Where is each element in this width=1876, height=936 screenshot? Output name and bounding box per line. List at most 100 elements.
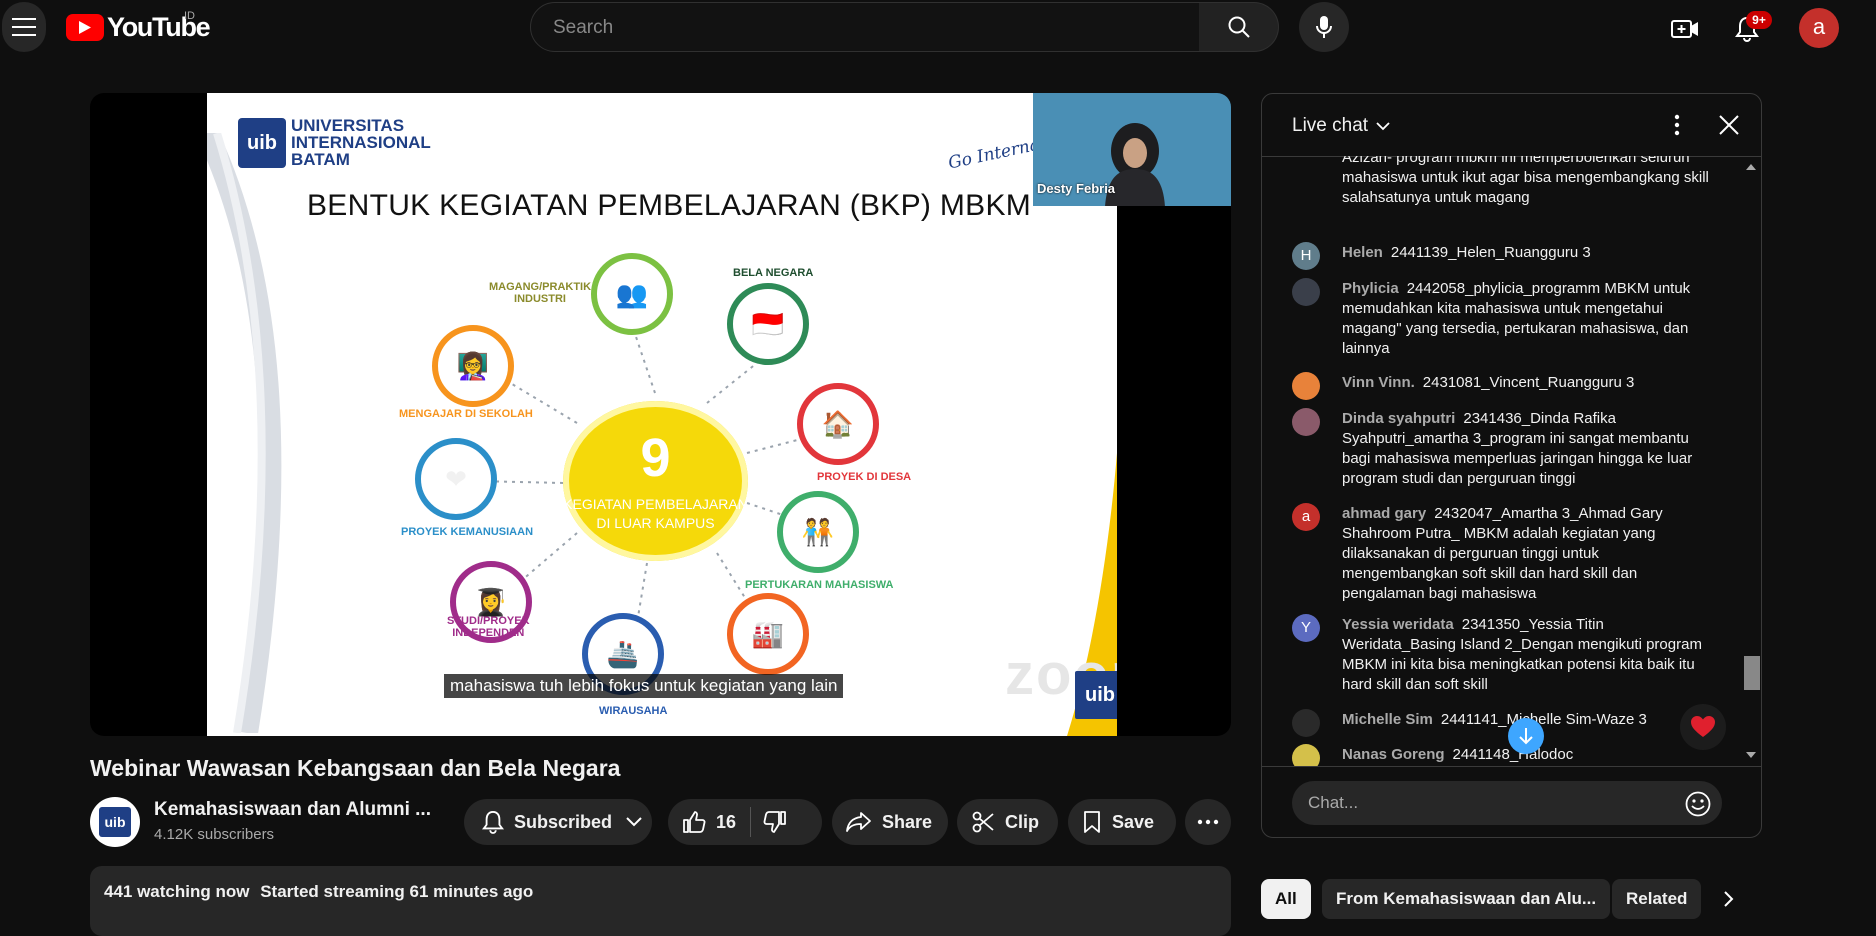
- menu-button[interactable]: [2, 2, 46, 52]
- message-text: Azizah- program mbkm ini memperbolehkan …: [1342, 156, 1709, 206]
- chat-mode-dropdown[interactable]: Live chat: [1292, 115, 1390, 137]
- channel-avatar[interactable]: uib: [90, 797, 140, 847]
- author-avatar[interactable]: H: [1292, 242, 1320, 270]
- subscribed-label: Subscribed: [514, 811, 613, 832]
- author-name[interactable]: Vinn Vinn.: [1342, 374, 1415, 391]
- author-name[interactable]: Helen: [1342, 244, 1383, 261]
- chevron-right-icon: [1724, 891, 1734, 907]
- emoji-button[interactable]: [1685, 791, 1711, 817]
- author-avatar[interactable]: a: [1292, 503, 1320, 531]
- center-hub: 9 KEGIATAN PEMBELAJARAN DI LUAR KAMPUS: [563, 401, 748, 561]
- share-icon: [846, 811, 872, 833]
- node-proyek-desa-label: PROYEK DI DESA: [817, 471, 912, 483]
- author-name[interactable]: Michelle Sim: [1342, 711, 1433, 728]
- play-logo-icon: [66, 14, 104, 41]
- share-label: Share: [882, 811, 933, 832]
- node-bela-negara-icon: 🇮🇩: [727, 283, 809, 365]
- author-avatar[interactable]: [1292, 278, 1320, 306]
- chip-from-channel[interactable]: From Kemahasiswaan dan Alu...: [1322, 879, 1611, 919]
- chat-scrollbar-thumb[interactable]: [1744, 656, 1760, 690]
- chevron-down-icon: [1376, 121, 1390, 131]
- channel-logo: uib: [99, 807, 131, 837]
- like-divider: [750, 807, 752, 837]
- subscribed-button[interactable]: Subscribed: [464, 799, 652, 845]
- like-button[interactable]: 16: [682, 810, 736, 834]
- subscriber-count: 4.12K subscribers: [154, 826, 275, 843]
- account-avatar[interactable]: a: [1799, 8, 1839, 48]
- save-button[interactable]: Save: [1068, 799, 1176, 845]
- author-avatar[interactable]: [1292, 372, 1320, 400]
- scroll-up-icon[interactable]: [1746, 164, 1756, 170]
- channel-name[interactable]: Kemahasiswaan dan Alumni ...: [154, 799, 431, 821]
- video-add-icon: [1671, 18, 1699, 40]
- arrow-down-icon: [1518, 727, 1534, 745]
- voice-search-button[interactable]: [1299, 2, 1349, 52]
- node-mengajar-label: MENGAJAR DI SEKOLAH: [399, 408, 533, 420]
- chat-input[interactable]: [1292, 781, 1722, 825]
- search-box: [530, 2, 1200, 53]
- watching-count: 441 watching now: [104, 882, 250, 901]
- node-orange-icon: 🏭: [727, 593, 809, 675]
- more-vertical-icon: [1674, 114, 1680, 136]
- author-name[interactable]: Yessia weridata: [1342, 616, 1454, 633]
- chip-all[interactable]: All: [1261, 879, 1311, 919]
- chips-next-button[interactable]: [1714, 884, 1744, 914]
- node-pertukaran-label: PERTUKARAN MAHASISWA: [745, 579, 894, 591]
- thumbs-down-icon: [763, 811, 786, 833]
- node-wirausaha-label: WIRAUSAHA: [599, 705, 668, 717]
- stream-started: Started streaming 61 minutes ago: [260, 882, 534, 901]
- hamburger-icon: [12, 18, 36, 36]
- more-actions-button[interactable]: [1185, 799, 1231, 845]
- like-dislike-group: 16: [668, 799, 822, 845]
- message-text: 2441141_Michelle Sim-Waze 3: [1440, 711, 1647, 728]
- bell-icon: [482, 810, 504, 834]
- clip-button[interactable]: Clip: [957, 799, 1058, 845]
- reaction-button[interactable]: [1680, 704, 1726, 750]
- description-box[interactable]: 441 watching now Started streaming 61 mi…: [90, 866, 1231, 936]
- stream-stats: 441 watching now Started streaming 61 mi…: [104, 882, 533, 902]
- message-text: 2431081_Vincent_Ruangguru 3: [1422, 374, 1635, 391]
- node-magang-icon: 👥: [591, 253, 673, 335]
- participant-camera: Desty Febria: [1033, 93, 1231, 206]
- save-label: Save: [1112, 811, 1155, 832]
- author-avatar[interactable]: [1292, 408, 1320, 436]
- clip-label: Clip: [1005, 811, 1039, 832]
- more-horizontal-icon: [1197, 819, 1219, 825]
- node-kemanusiaan-icon: ❤: [415, 438, 497, 520]
- message-text: 2441139_Helen_Ruangguru 3: [1390, 244, 1591, 261]
- participant-name: Desty Febria: [1037, 181, 1116, 196]
- node-kemanusiaan-label: PROYEK KEMANUSIAAN: [401, 526, 534, 538]
- search-input[interactable]: [551, 3, 1175, 53]
- chip-related[interactable]: Related: [1612, 879, 1702, 919]
- chat-menu-button[interactable]: [1674, 114, 1680, 136]
- dislike-button[interactable]: [763, 810, 787, 834]
- author-avatar[interactable]: [1292, 709, 1320, 737]
- author-avatar[interactable]: Y: [1292, 614, 1320, 642]
- share-button[interactable]: Share: [832, 799, 948, 845]
- node-proyek-desa-icon: 🏠: [797, 383, 879, 465]
- chat-messages[interactable]: Azizah- program mbkm ini memperbolehkan …: [1262, 156, 1761, 766]
- hub-number: 9: [640, 428, 671, 488]
- close-chat-button[interactable]: [1718, 114, 1740, 136]
- youtube-logo[interactable]: YouTube ID: [66, 10, 211, 43]
- presentation-slide: uib UNIVERSITAS INTERNASIONAL BATAM Go I…: [207, 93, 1117, 736]
- author-name[interactable]: ahmad gary: [1342, 505, 1426, 522]
- video-title: Webinar Wawasan Kebangsaan dan Bela Nega…: [90, 755, 621, 781]
- country-code: ID: [184, 10, 195, 22]
- author-name[interactable]: Nanas Goreng: [1342, 746, 1445, 763]
- close-icon: [1718, 114, 1740, 136]
- search-icon: [1227, 15, 1251, 39]
- create-button[interactable]: [1664, 8, 1706, 50]
- node-mengajar-icon: 👩‍🏫: [432, 325, 514, 407]
- closed-caption: mahasiswa tuh lebih fokus untuk kegiatan…: [444, 674, 844, 698]
- jump-to-latest-button[interactable]: [1508, 718, 1544, 754]
- node-pertukaran-icon: 🧑‍🤝‍🧑: [777, 491, 859, 573]
- video-player[interactable]: uib UNIVERSITAS INTERNASIONAL BATAM Go I…: [90, 93, 1231, 736]
- author-name[interactable]: Dinda syahputri: [1342, 410, 1455, 427]
- chat-header: Live chat: [1262, 94, 1761, 157]
- author-name[interactable]: Phylicia: [1342, 280, 1399, 297]
- author-avatar[interactable]: [1292, 744, 1320, 766]
- bookmark-icon: [1082, 810, 1102, 834]
- search-button[interactable]: [1199, 2, 1279, 52]
- scroll-down-icon[interactable]: [1746, 752, 1756, 758]
